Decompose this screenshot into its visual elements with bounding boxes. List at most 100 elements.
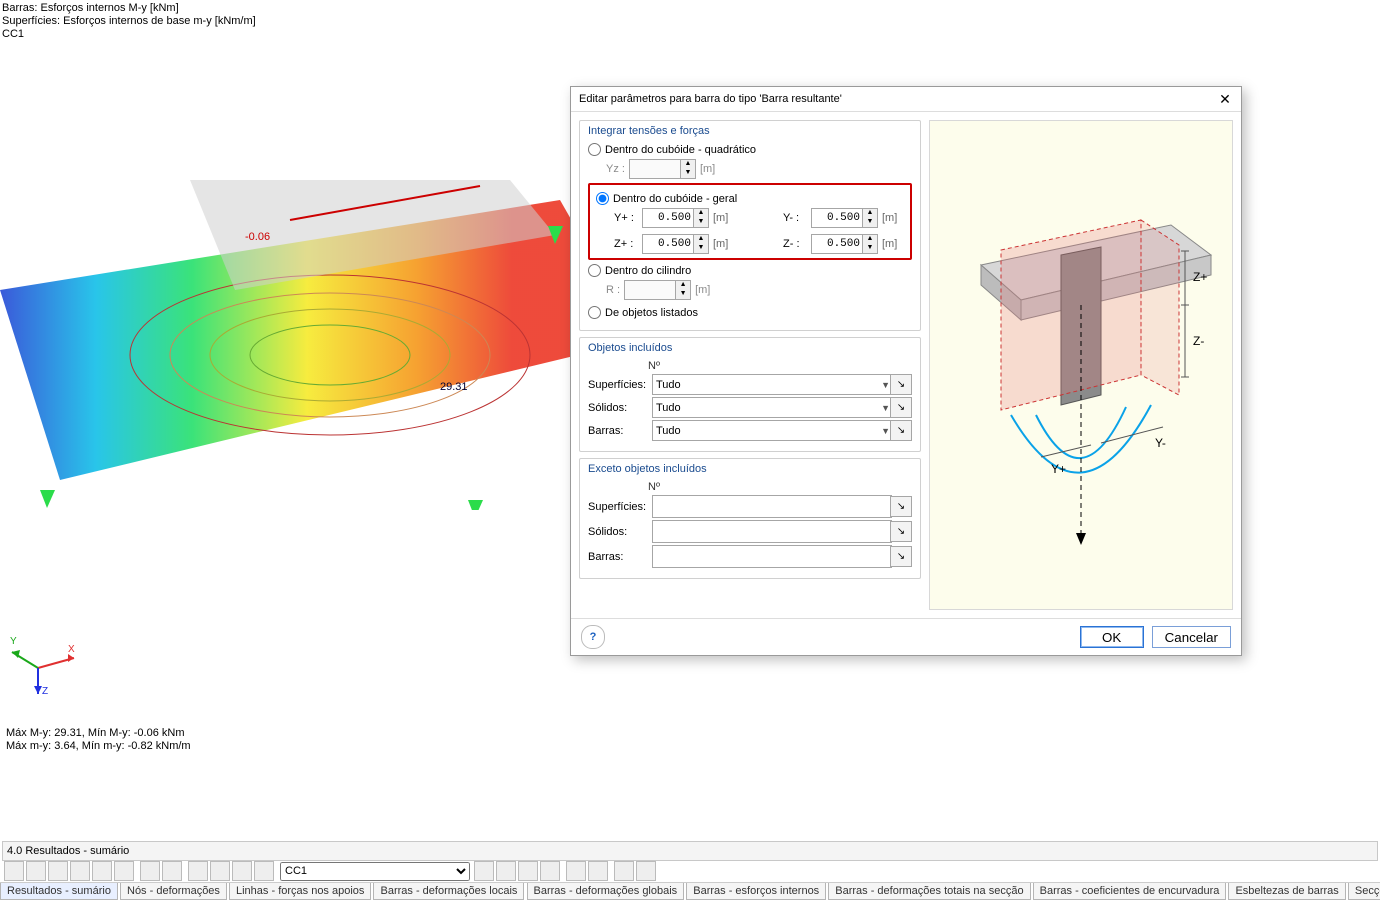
export-excel-icon[interactable] — [614, 861, 634, 881]
spin-down-icon[interactable]: ▼ — [863, 218, 877, 227]
tool-btn[interactable] — [140, 861, 160, 881]
pick-icon[interactable]: ↘ — [890, 521, 912, 542]
svg-text:29.31: 29.31 — [440, 381, 468, 393]
radio-label: Dentro do cubóide - quadrático — [605, 144, 756, 156]
tab[interactable]: Secções - esforços internos — [1348, 883, 1380, 900]
spin-up-icon[interactable]: ▲ — [681, 160, 695, 169]
tab[interactable]: Barras - deformações totais na secção — [828, 883, 1030, 900]
members-exclude-input[interactable] — [652, 545, 892, 568]
tool-btn[interactable] — [254, 861, 274, 881]
contour-plot: -0.06 29.31 — [0, 180, 640, 510]
zminus-input[interactable] — [812, 235, 862, 253]
spin-up-icon[interactable]: ▲ — [676, 281, 690, 290]
pick-icon[interactable]: ↘ — [890, 546, 912, 567]
nav-next-icon[interactable] — [518, 861, 538, 881]
tool-btn[interactable] — [566, 861, 586, 881]
status-text: 4.0 Resultados - sumário — [7, 845, 129, 857]
loadcase-combo[interactable]: CC1 — [280, 862, 470, 881]
dialog-title: Editar parâmetros para barra do tipo 'Ba… — [579, 93, 842, 105]
spin-up-icon[interactable]: ▲ — [694, 235, 708, 244]
help-icon[interactable]: ? — [581, 625, 605, 649]
tab[interactable]: Nós - deformações — [120, 883, 227, 900]
tool-btn[interactable] — [232, 861, 252, 881]
cancel-button[interactable]: Cancelar — [1152, 626, 1231, 648]
radio-quadratic[interactable] — [588, 143, 601, 156]
unit-label: [m] — [882, 238, 904, 250]
tool-btn[interactable] — [4, 861, 24, 881]
pick-icon[interactable]: ↘ — [890, 397, 912, 418]
radio-label: De objetos listados — [605, 307, 698, 319]
tab[interactable]: Esbeltezas de barras — [1228, 883, 1345, 900]
nav-prev-icon[interactable] — [496, 861, 516, 881]
dialog-titlebar[interactable]: Editar parâmetros para barra do tipo 'Ba… — [571, 87, 1241, 112]
tool-btn[interactable] — [588, 861, 608, 881]
radio-label: Dentro do cubóide - geral — [613, 193, 737, 205]
unit-label: [m] — [882, 212, 904, 224]
group-integrate: Integrar tensões e forças Dentro do cubó… — [579, 120, 921, 331]
unit-label: [m] — [695, 284, 710, 296]
close-icon[interactable]: ✕ — [1215, 89, 1235, 109]
tool-btn[interactable] — [48, 861, 68, 881]
solids-combo[interactable]: Tudo▼ — [652, 397, 894, 418]
radio-cylinder[interactable] — [588, 264, 601, 277]
tab[interactable]: Linhas - forças nos apoios — [229, 883, 371, 900]
tool-btn[interactable] — [114, 861, 134, 881]
pick-icon[interactable]: ↘ — [890, 420, 912, 441]
ok-button[interactable]: OK — [1080, 626, 1144, 648]
spin-down-icon[interactable]: ▼ — [694, 218, 708, 227]
tool-btn[interactable] — [188, 861, 208, 881]
dialog-edit-result-beam: Editar parâmetros para barra do tipo 'Ba… — [570, 86, 1242, 656]
group-title: Objetos incluídos — [588, 342, 912, 354]
info-line: Barras: Esforços internos M-y [kNm] — [2, 2, 256, 15]
tool-btn[interactable] — [26, 861, 46, 881]
dialog-footer: ? OK Cancelar — [571, 618, 1241, 655]
tab[interactable]: Barras - coeficientes de encurvadura — [1033, 883, 1227, 900]
radio-listed[interactable] — [588, 306, 601, 319]
tab[interactable]: Barras - deformações globais — [527, 883, 685, 900]
tool-btn[interactable] — [636, 861, 656, 881]
spin-down-icon[interactable]: ▼ — [681, 169, 695, 178]
tool-btn[interactable] — [92, 861, 112, 881]
nav-last-icon[interactable] — [540, 861, 560, 881]
tab[interactable]: Barras - deformações locais — [373, 883, 524, 900]
spin-up-icon[interactable]: ▲ — [694, 209, 708, 218]
spin-down-icon[interactable]: ▼ — [676, 290, 690, 299]
tool-btn[interactable] — [210, 861, 230, 881]
surfaces-label: Superfícies: — [588, 379, 648, 391]
spin-up-icon[interactable]: ▲ — [863, 235, 877, 244]
no-header: Nº — [648, 360, 912, 372]
spin-down-icon[interactable]: ▼ — [863, 244, 877, 253]
group-excluded: Exceto objetos incluídos Nº Superfícies:… — [579, 458, 921, 579]
surfaces-exclude-input[interactable] — [652, 495, 892, 518]
zplus-input[interactable] — [643, 235, 693, 253]
nav-first-icon[interactable] — [474, 861, 494, 881]
info-line: Máx M-y: 29.31, Mín M-y: -0.06 kNm — [6, 727, 191, 740]
r-input — [625, 281, 675, 299]
chevron-down-icon: ▼ — [881, 426, 890, 436]
pick-icon[interactable]: ↘ — [890, 496, 912, 517]
yminus-input[interactable] — [812, 209, 862, 227]
preview-diagram: Z+ Z- Y+ Y- — [929, 120, 1233, 610]
unit-label: [m] — [713, 212, 735, 224]
svg-text:Y: Y — [10, 636, 17, 647]
svg-text:Z: Z — [42, 686, 48, 697]
pick-icon[interactable]: ↘ — [890, 374, 912, 395]
solids-exclude-input[interactable] — [652, 520, 892, 543]
surfaces-combo[interactable]: Tudo▼ — [652, 374, 894, 395]
spin-up-icon[interactable]: ▲ — [863, 209, 877, 218]
tool-btn[interactable] — [162, 861, 182, 881]
tab[interactable]: Barras - esforços internos — [686, 883, 826, 900]
yplus-input[interactable] — [643, 209, 693, 227]
tool-btn[interactable] — [70, 861, 90, 881]
status-strip: 4.0 Resultados - sumário — [2, 841, 1378, 861]
tab[interactable]: Resultados - sumário — [0, 883, 118, 900]
unit-label: [m] — [713, 238, 735, 250]
viewport-top-info: Barras: Esforços internos M-y [kNm] Supe… — [2, 2, 256, 41]
radio-label: Dentro do cilindro — [605, 265, 691, 277]
spin-down-icon[interactable]: ▼ — [694, 244, 708, 253]
members-combo[interactable]: Tudo▼ — [652, 420, 894, 441]
yz-label: Yz : — [606, 163, 625, 175]
r-label: R : — [606, 284, 620, 296]
radio-general[interactable] — [596, 192, 609, 205]
unit-label: [m] — [700, 163, 715, 175]
